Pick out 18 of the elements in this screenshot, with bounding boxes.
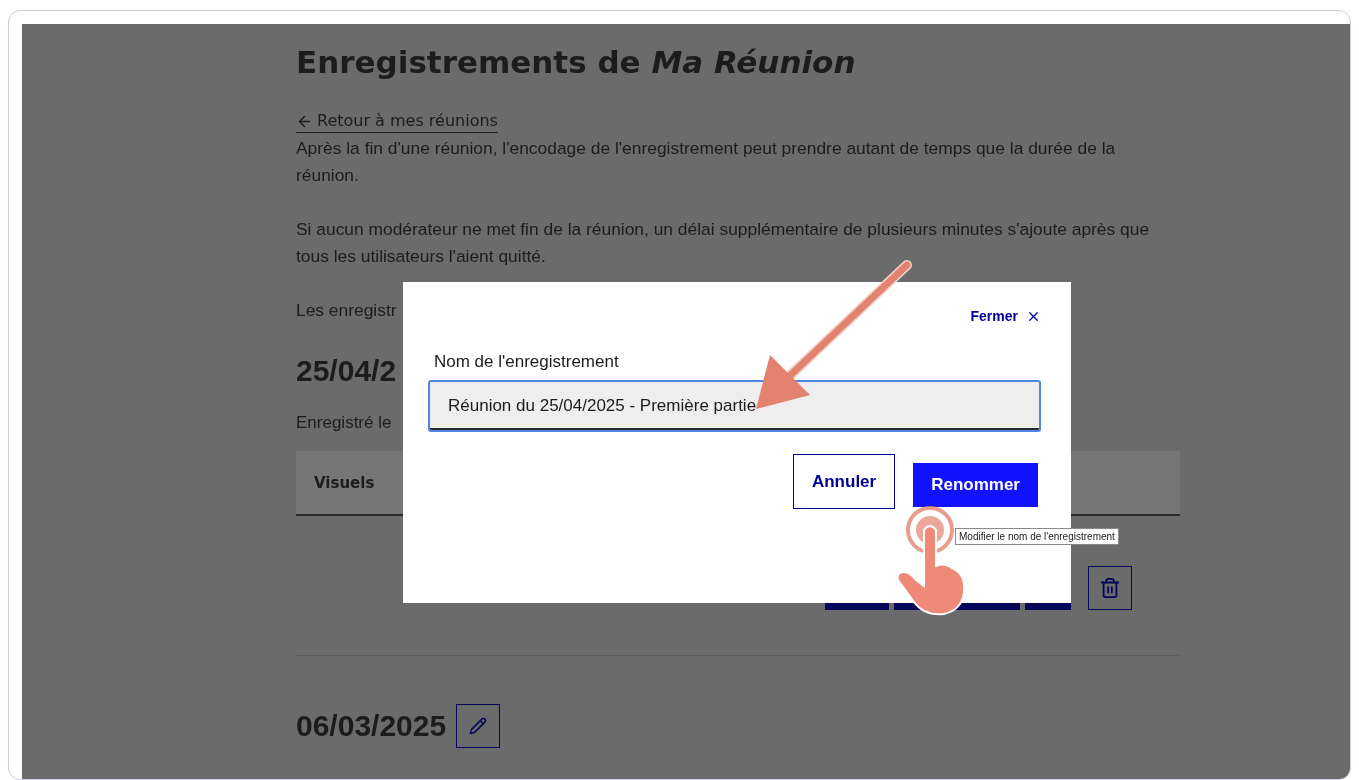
edit-button[interactable] xyxy=(456,704,501,748)
recording-date: 25/04/2 xyxy=(296,353,397,389)
cancel-button[interactable]: Annuler xyxy=(792,454,896,509)
column-header: Visuels xyxy=(314,473,375,492)
page-title: Enregistrements de Ma Réunion xyxy=(296,43,857,82)
tooltip: Modifier le nom de l'enregistrement xyxy=(955,528,1119,545)
info-paragraph: Après la fin d'une réunion, l'encodage de l'enregistrement peut prendre autant de temps que la durée de la réunion. xyxy=(296,137,1117,187)
info-paragraph: Les enregistr xyxy=(296,299,397,322)
field-label: Nom de l'enregistrement xyxy=(434,352,620,372)
close-button[interactable]: Fermer xyxy=(970,304,1041,328)
recorded-date-text: Enregistré le xyxy=(296,412,392,434)
pencil-icon xyxy=(469,717,488,735)
rename-button[interactable]: Renommer xyxy=(913,463,1038,507)
recording-date: 06/03/2025 xyxy=(296,708,447,744)
name-input-field[interactable]: Réunion du 25/04/2025 - Première partie xyxy=(428,380,1041,432)
trash-icon xyxy=(1099,577,1121,599)
info-paragraph: Si aucun modérateur ne met fin de la réunion, un délai supplémentaire de plusieurs minutes s'ajoute après que tous les utilisateurs l'aient quitté. xyxy=(296,218,1151,268)
delete-button[interactable] xyxy=(1088,566,1132,610)
